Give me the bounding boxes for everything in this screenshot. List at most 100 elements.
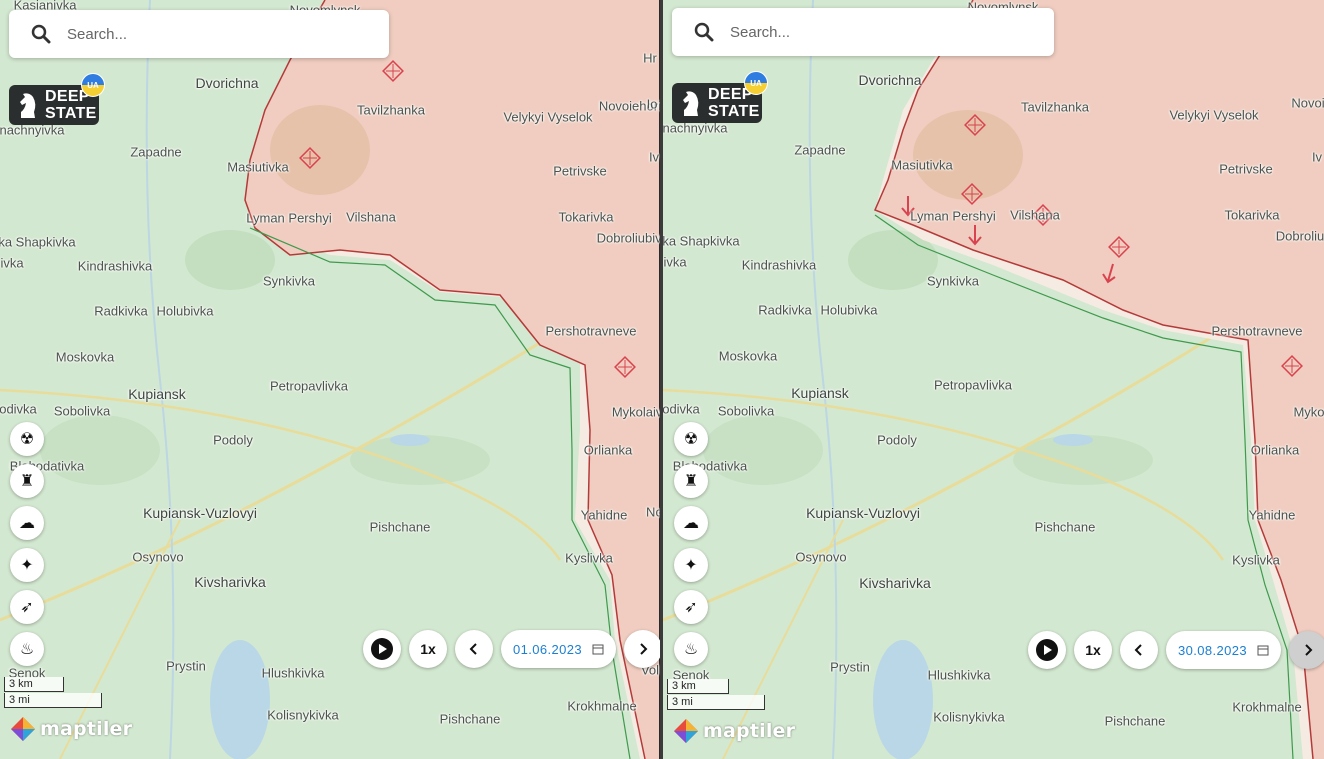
place-label: Masiutivka	[227, 159, 289, 175]
speed-button[interactable]: 1x	[409, 630, 447, 668]
date-picker[interactable]: 30.08.2023	[1166, 631, 1281, 669]
place-label: Pershotravneve	[545, 323, 637, 339]
place-label: Kivsharivka	[859, 575, 931, 591]
play-button[interactable]	[1028, 631, 1066, 669]
logo-text-line2: STATE	[708, 103, 760, 120]
deepstate-logo: DEEP STATE UA	[672, 71, 768, 123]
play-icon	[371, 638, 393, 660]
place-label: Podoly	[877, 432, 917, 448]
place-label: Kupiansk-Vuzlovyi	[806, 505, 920, 521]
place-label: Iv	[1311, 149, 1323, 165]
search-bar[interactable]	[672, 8, 1054, 56]
chevron-left-icon	[469, 643, 477, 655]
place-label: ka Shapkivka	[0, 234, 76, 250]
previous-date-button[interactable]	[455, 630, 493, 668]
fire-icon[interactable]: ♨	[674, 632, 708, 666]
date-picker[interactable]: 01.06.2023	[501, 630, 616, 668]
radiation-icon[interactable]: ☢	[10, 422, 44, 456]
place-label: Tavilzhanka	[1021, 99, 1089, 115]
scale-km: 3 km	[667, 679, 729, 694]
place-label: Krokhmalne	[567, 698, 637, 714]
place-label: Nc	[646, 504, 660, 520]
layer-toolbar: ☢ ♜ ☁ ✦ ➶ ♨	[10, 422, 44, 666]
place-label: Kupiansk	[791, 385, 849, 401]
play-icon	[1036, 639, 1058, 661]
place-label: Io	[646, 96, 658, 112]
calendar-icon	[592, 644, 604, 655]
ua-badge: UA	[744, 71, 768, 95]
search-icon	[694, 22, 714, 42]
maptiler-attribution[interactable]: maptiler	[10, 716, 132, 742]
current-date: 01.06.2023	[512, 641, 583, 657]
place-label: Novoi	[1291, 95, 1324, 111]
place-label: Hlushkivka	[927, 667, 991, 683]
place-label: Vilshana	[1010, 207, 1060, 223]
place-label: Prystin	[830, 659, 870, 675]
place-label: odivka	[663, 401, 700, 417]
artillery-icon[interactable]: ✦	[674, 548, 708, 582]
place-label: Tokarivka	[558, 209, 614, 225]
place-label: Kivsharivka	[194, 574, 266, 590]
place-label: Radkivka	[94, 303, 148, 319]
search-icon	[31, 24, 51, 44]
place-label: Petrivske	[553, 163, 607, 179]
ua-badge: UA	[81, 73, 105, 97]
maptiler-logo-icon	[11, 717, 35, 741]
layer-toolbar: ☢ ♜ ☁ ✦ ➶ ♨	[674, 422, 708, 666]
place-label: Kindrashivka	[77, 258, 153, 274]
artillery-icon[interactable]: ✦	[10, 548, 44, 582]
logo-text-line2: STATE	[45, 105, 97, 122]
place-label: ivka	[0, 255, 24, 271]
place-label: Holubivka	[820, 302, 878, 318]
next-date-button[interactable]	[624, 630, 660, 668]
place-label: Moskovka	[55, 349, 115, 365]
place-label: Vilshana	[346, 209, 396, 225]
map-panel-right[interactable]: Novomlynsk Dvorichna Tavilzhanka Velykyi…	[663, 0, 1324, 759]
map-panel-left[interactable]: Kasianivka Novomlynsk Dvorichna Tavilzha…	[0, 0, 660, 759]
place-label: Velykyi Vyselok	[1169, 107, 1259, 123]
maptiler-attribution[interactable]: maptiler	[673, 718, 795, 744]
place-label: Kolisnykivka	[933, 709, 1005, 725]
place-label: Dobroliubivka	[596, 230, 660, 246]
rocket-icon[interactable]: ➶	[674, 590, 708, 624]
place-label: Kupiansk	[128, 386, 186, 402]
place-label: ivka	[663, 254, 687, 270]
place-label: Dvorichna	[858, 72, 922, 88]
place-label: Myko	[1293, 404, 1324, 420]
place-label: Dvorichna	[195, 75, 259, 91]
place-label: odivka	[0, 401, 37, 417]
previous-date-button[interactable]	[1120, 631, 1158, 669]
place-label: Pishchane	[439, 711, 501, 727]
place-label: Holubivka	[156, 303, 214, 319]
monument-icon[interactable]: ♜	[674, 464, 708, 498]
place-label: Podoly	[213, 432, 253, 448]
chevron-right-icon	[1305, 644, 1313, 656]
place-label: Prystin	[166, 658, 206, 674]
search-input[interactable]	[65, 24, 369, 44]
place-label: Osynovo	[795, 549, 847, 565]
knight-icon	[683, 91, 699, 116]
place-label: Kolisnykivka	[267, 707, 339, 723]
search-input[interactable]	[728, 22, 1032, 42]
scale-km: 3 km	[4, 677, 64, 692]
radiation-icon[interactable]: ☢	[674, 422, 708, 456]
current-date: 30.08.2023	[1177, 642, 1248, 658]
rocket-icon[interactable]: ➶	[10, 590, 44, 624]
fire-icon[interactable]: ♨	[10, 632, 44, 666]
place-label: Masiutivka	[891, 157, 953, 173]
speed-button[interactable]: 1x	[1074, 631, 1112, 669]
place-label: Lyman Pershyi	[246, 210, 332, 226]
deepstate-logo: DEEP STATE UA	[9, 73, 105, 125]
monument-icon[interactable]: ♜	[10, 464, 44, 498]
play-button[interactable]	[363, 630, 401, 668]
place-label: Sobolivka	[717, 403, 775, 419]
explosion-icon[interactable]: ☁	[10, 506, 44, 540]
maptiler-text: maptiler	[40, 718, 133, 740]
place-label: Sobolivka	[53, 403, 111, 419]
search-bar[interactable]	[9, 10, 389, 58]
next-date-button[interactable]	[1289, 631, 1324, 669]
place-label: Petropavlivka	[269, 378, 349, 394]
place-label: Pishchane	[1034, 519, 1096, 535]
place-label: Velykyi Vyselok	[503, 109, 593, 125]
explosion-icon[interactable]: ☁	[674, 506, 708, 540]
